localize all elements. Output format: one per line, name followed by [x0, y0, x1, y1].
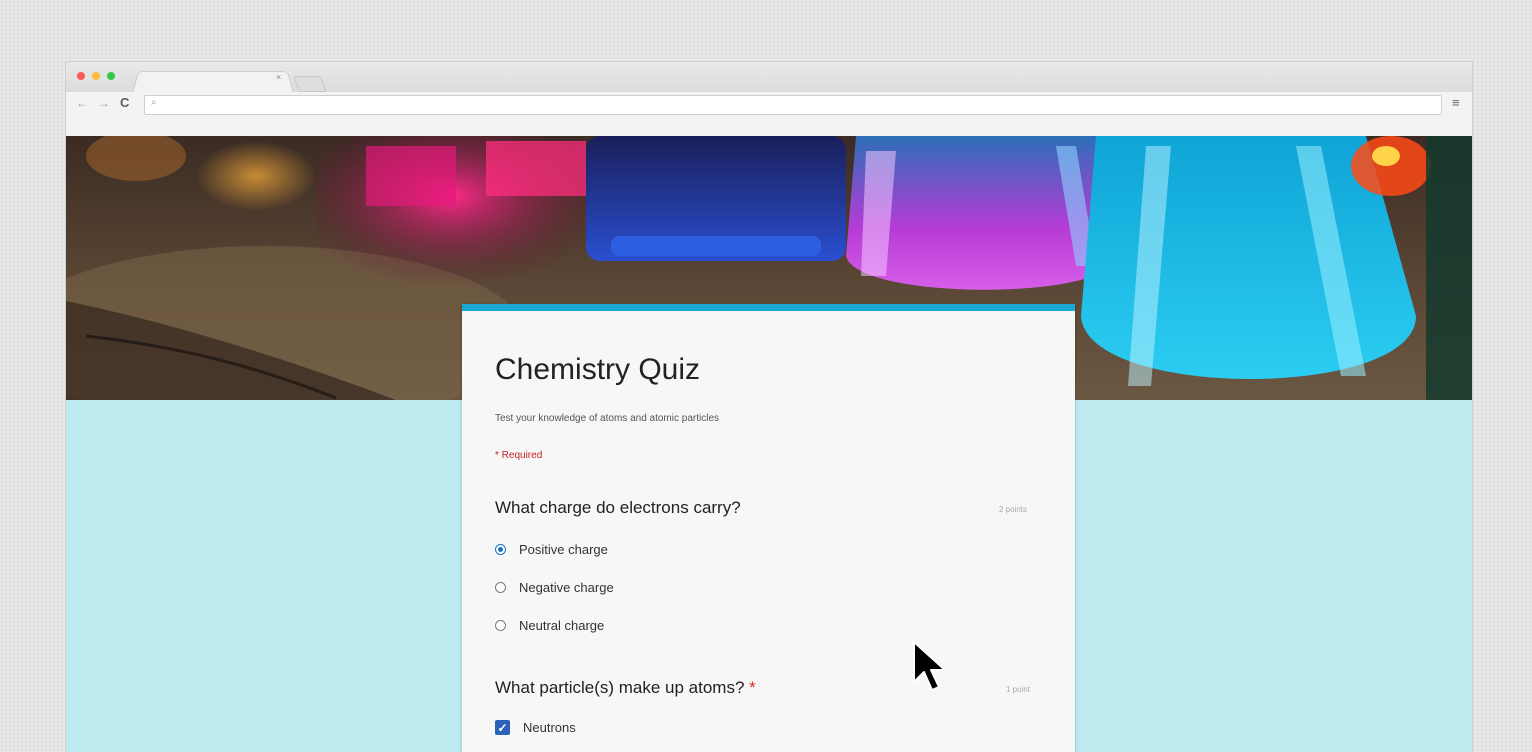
- minimize-window-button[interactable]: [92, 72, 100, 80]
- form-title: Chemistry Quiz: [495, 353, 701, 386]
- form-description: Test your knowledge of atoms and atomic …: [495, 413, 719, 424]
- address-bar[interactable]: ⌕: [144, 95, 1442, 115]
- option-neutrons[interactable]: ✓ Neutrons: [495, 720, 576, 735]
- option-label: Positive charge: [519, 542, 608, 557]
- radio-unchecked-icon[interactable]: [495, 582, 506, 593]
- question-2-text: What particle(s) make up atoms?: [495, 678, 745, 697]
- new-tab-button[interactable]: [293, 76, 327, 92]
- option-label: Neutral charge: [519, 618, 605, 633]
- option-positive-charge[interactable]: Positive charge: [495, 542, 608, 557]
- search-icon: ⌕: [151, 97, 157, 108]
- browser-titlebar: ×: [66, 62, 1472, 93]
- question-1-points: 2 points: [999, 505, 1028, 514]
- question-2-title: What particle(s) make up atoms? *: [495, 678, 756, 698]
- back-arrow-icon[interactable]: ←: [76, 96, 88, 110]
- reload-icon[interactable]: C: [120, 95, 129, 110]
- form-page: Chemistry Quiz Test your knowledge of at…: [66, 136, 1472, 752]
- forward-arrow-icon[interactable]: →: [98, 96, 110, 110]
- browser-window: × ← → C ⌕ ≡ Chemistry Quiz Test your kno…: [66, 62, 1472, 752]
- radio-checked-icon[interactable]: [495, 544, 506, 555]
- question-2-points: 1 point: [1006, 685, 1031, 694]
- option-negative-charge[interactable]: Negative charge: [495, 580, 614, 595]
- mouse-pointer-icon: [913, 641, 946, 691]
- question-1-title: What charge do electrons carry?: [495, 498, 741, 518]
- hamburger-menu-icon[interactable]: ≡: [1452, 95, 1460, 110]
- quiz-form-card: Chemistry Quiz Test your knowledge of at…: [462, 304, 1075, 752]
- browser-toolbar: ← → C ⌕ ≡: [66, 92, 1472, 137]
- option-label: Neutrons: [523, 720, 576, 735]
- maximize-window-button[interactable]: [107, 72, 115, 80]
- tab-close-icon[interactable]: ×: [276, 72, 281, 82]
- browser-tab[interactable]: [132, 71, 294, 93]
- question-1-text: What charge do electrons carry?: [495, 498, 741, 517]
- close-window-button[interactable]: [77, 72, 85, 80]
- required-note: * Required: [495, 450, 543, 461]
- option-label: Negative charge: [519, 580, 614, 595]
- checkbox-checked-icon[interactable]: ✓: [495, 720, 510, 735]
- required-asterisk: *: [749, 678, 756, 697]
- option-neutral-charge[interactable]: Neutral charge: [495, 618, 604, 633]
- radio-unchecked-icon[interactable]: [495, 620, 506, 631]
